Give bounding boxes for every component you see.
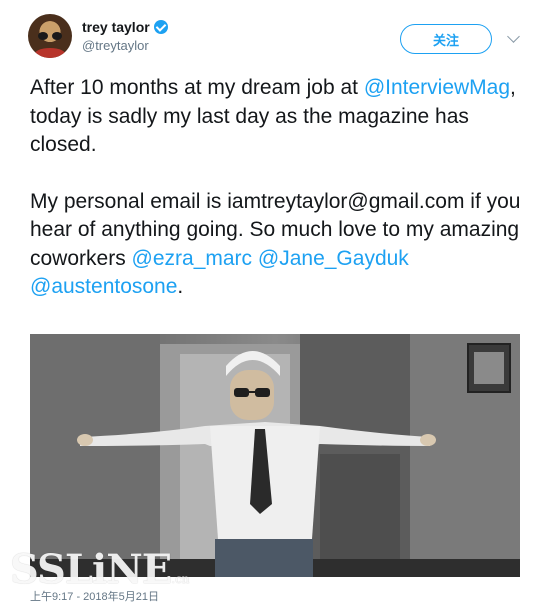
tweet-paragraph-2: My personal email is iamtreytaylor@gmail…	[30, 188, 530, 302]
display-name-row[interactable]: trey taylor	[82, 19, 168, 35]
tweet-paragraph-1: After 10 months at my dream job at @Inte…	[30, 74, 530, 160]
verified-badge-icon	[153, 20, 168, 34]
tweet-text: After 10 months at my dream job at @Inte…	[30, 74, 530, 302]
watermark-suffix: .cn	[171, 572, 190, 586]
avatar[interactable]	[28, 14, 72, 58]
display-name[interactable]: trey taylor	[82, 19, 150, 35]
watermark-text: SSLiNE	[10, 546, 172, 593]
avatar-shirt	[34, 48, 66, 58]
tweet-header: trey taylor @treytaylor 关注	[28, 14, 528, 64]
mention-link-interviewmag[interactable]: @InterviewMag	[364, 76, 510, 99]
user-handle[interactable]: @treytaylor	[82, 38, 168, 53]
user-info[interactable]: trey taylor @treytaylor	[82, 19, 168, 53]
mention-link-jane-gayduk[interactable]: @Jane_Gayduk	[258, 247, 409, 270]
avatar-glasses	[38, 32, 62, 40]
mention-link-austentosone[interactable]: @austentosone	[30, 275, 177, 298]
chevron-down-icon[interactable]	[507, 30, 520, 43]
follow-button[interactable]: 关注	[400, 24, 492, 54]
tweet-text-segment: .	[177, 275, 184, 298]
photo-illustration	[30, 334, 520, 577]
mention-link-ezra-marc[interactable]: @ezra_marc	[132, 247, 253, 270]
tweet-timestamp[interactable]: 上午9:17 - 2018年5月21日	[30, 588, 159, 604]
tweet-photo[interactable]	[30, 334, 520, 577]
watermark: SSLiNE.cn	[10, 546, 190, 593]
tweet-text-segment: After 10 months at my dream job at	[30, 76, 364, 99]
